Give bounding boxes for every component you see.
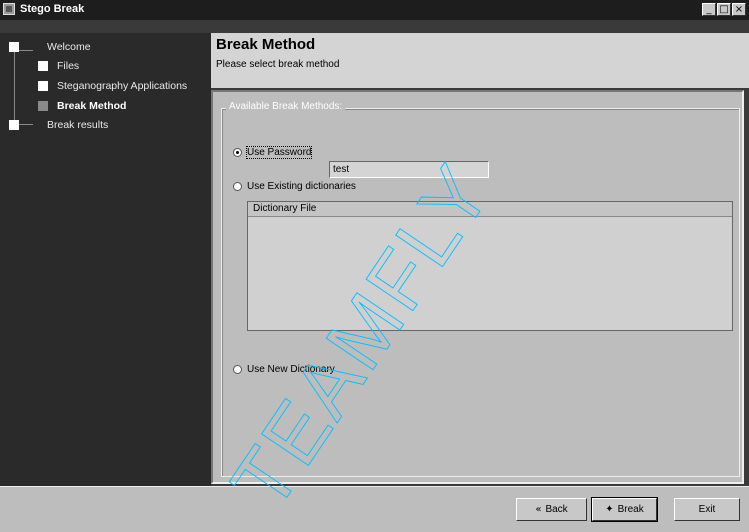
break-label: Break (617, 504, 644, 515)
button-bar: « Back ✦ Break Exit (0, 486, 749, 532)
use-password-option[interactable]: Use Password (233, 146, 313, 159)
use-existing-dictionaries-radio[interactable] (233, 182, 242, 191)
use-existing-dictionaries-option[interactable]: Use Existing dictionaries (233, 181, 356, 192)
step-label: Break results (47, 119, 109, 131)
window-title: Stego Break (20, 3, 85, 15)
window-controls: _ □ × (702, 3, 746, 16)
break-methods-group: Use Password Use Existing dictionaries D… (221, 108, 740, 477)
back-arrow-icon: « (535, 504, 542, 515)
step-label: Break Method (57, 100, 127, 112)
step-icon (38, 61, 48, 71)
dictionary-table[interactable]: Dictionary File (247, 201, 733, 331)
close-button[interactable]: × (732, 3, 746, 16)
group-legend: Available Break Methods: (226, 101, 346, 112)
minimize-button[interactable]: _ (702, 3, 716, 16)
use-new-dictionary-radio[interactable] (233, 365, 242, 374)
dictionary-file-column-header[interactable]: Dictionary File (248, 202, 732, 217)
step-icon (9, 42, 19, 52)
step-welcome[interactable]: Welcome (9, 39, 91, 55)
break-button[interactable]: ✦ Break (591, 497, 658, 522)
back-button[interactable]: « Back (516, 498, 587, 521)
page-subtitle: Please select break method (216, 59, 340, 70)
break-icon: ✦ (605, 504, 614, 515)
step-label: Steganography Applications (57, 80, 188, 92)
use-password-label: Use Password (245, 146, 313, 159)
step-icon (38, 101, 48, 111)
break-method-panel: Use Password Use Existing dictionaries D… (211, 90, 744, 484)
maximize-button[interactable]: □ (717, 3, 731, 16)
step-icon (9, 120, 19, 130)
app-window: Stego Break _ □ × Welcome Files Steganog… (0, 0, 749, 532)
password-input[interactable] (329, 161, 489, 178)
back-label: Back (545, 504, 568, 515)
app-icon (3, 3, 15, 15)
tree-connector (14, 45, 15, 127)
step-files[interactable]: Files (38, 58, 79, 74)
page-header: Break Method Please select break method (211, 33, 749, 88)
use-existing-dictionaries-label: Use Existing dictionaries (247, 181, 356, 192)
wizard-steps-tree: Welcome Files Steganography Applications… (0, 33, 211, 486)
use-password-radio[interactable] (233, 148, 242, 157)
step-break-results[interactable]: Break results (9, 117, 108, 133)
use-new-dictionary-label: Use New Dictionary (247, 364, 335, 375)
use-new-dictionary-option[interactable]: Use New Dictionary (233, 364, 335, 375)
title-bar[interactable]: Stego Break _ □ × (0, 0, 749, 20)
step-label: Welcome (47, 41, 91, 53)
step-icon (38, 81, 48, 91)
step-break-method[interactable]: Break Method (38, 98, 126, 114)
exit-button[interactable]: Exit (674, 498, 740, 521)
step-label: Files (57, 60, 80, 72)
step-steganography-applications[interactable]: Steganography Applications (38, 78, 187, 94)
exit-label: Exit (698, 504, 716, 515)
page-title: Break Method (216, 36, 316, 53)
